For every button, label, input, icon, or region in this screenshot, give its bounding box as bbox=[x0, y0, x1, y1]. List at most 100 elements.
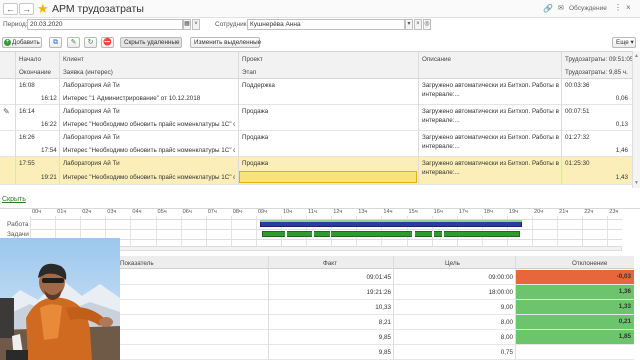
table-row[interactable]: 16:08 16:12 Лаборатория Ай Ти Интерес "1… bbox=[0, 79, 632, 105]
task-bar[interactable] bbox=[262, 231, 520, 237]
work-bar-overlay bbox=[260, 220, 522, 222]
change-selected-button[interactable]: Изменить выделенные bbox=[190, 37, 261, 48]
header-description[interactable]: Описание bbox=[422, 56, 451, 63]
scroll-up-icon[interactable]: ▲ bbox=[634, 53, 639, 59]
filter-row: Период: 20.03.2020 ▦ × Сотрудник: Кушнер… bbox=[0, 18, 640, 34]
employee-open-icon[interactable]: ◎ bbox=[423, 19, 431, 30]
row-time: 00:03:36 bbox=[565, 82, 590, 89]
indicator-row[interactable]: 9,85 0,75 bbox=[118, 345, 634, 360]
header-deviation[interactable]: Отклонение bbox=[572, 260, 607, 267]
employee-field[interactable]: Кушнерёва Анна bbox=[247, 19, 405, 30]
timeline-gridline bbox=[607, 216, 609, 250]
timeline-hour-label: 04ч bbox=[132, 209, 142, 215]
timeline-hour-label: 18ч bbox=[483, 209, 493, 215]
window-title: АРМ трудозатраты bbox=[52, 3, 144, 15]
webcam-video bbox=[0, 238, 120, 360]
row-client: Лаборатория Ай Ти bbox=[63, 160, 120, 167]
row-hours: 0,13 bbox=[615, 121, 628, 128]
add-label: Добавить bbox=[12, 39, 40, 46]
row-project: Продажа bbox=[242, 134, 269, 141]
header-labor-hours[interactable]: Трудозатраты: 9,85 ч. bbox=[565, 69, 628, 76]
toolbar: + Добавить ⧉ ✎ ↻ ⛔ Скрыть удаленные Изме… bbox=[0, 36, 640, 50]
header-start[interactable]: Начало bbox=[19, 56, 41, 63]
header-stage[interactable]: Этап bbox=[242, 69, 256, 76]
calendar-icon[interactable]: ▦ bbox=[183, 19, 191, 30]
forward-button[interactable]: → bbox=[19, 3, 34, 15]
timeline-line bbox=[30, 229, 622, 230]
delete-icon[interactable]: ⛔ bbox=[101, 37, 114, 48]
show-deleted-button[interactable]: Скрыть удаленные bbox=[120, 37, 182, 48]
row-time: 01:27:32 bbox=[565, 134, 590, 141]
add-button[interactable]: + Добавить bbox=[2, 37, 42, 48]
timeline-gridline bbox=[255, 216, 257, 250]
row-time: 00:07:51 bbox=[565, 108, 590, 115]
row-request: Интерес "1 Администрирование" от 10.12.2… bbox=[63, 95, 201, 102]
copy-icon[interactable]: ⧉ bbox=[49, 37, 62, 48]
header-labor[interactable]: Трудозатраты: 09:51:05 bbox=[565, 56, 633, 63]
timeline-hour-label: 12ч bbox=[333, 209, 343, 215]
table-row[interactable]: ✎ 16:14 16:22 Лаборатория Ай Ти Интерес … bbox=[0, 105, 632, 131]
header-goal[interactable]: Цель bbox=[445, 260, 460, 267]
timeline-hour-label: 22ч bbox=[584, 209, 594, 215]
timeline-hour-label: 19ч bbox=[508, 209, 519, 215]
timeline-hour-label: 21ч bbox=[559, 209, 569, 215]
indicator-fact: 10,33 bbox=[375, 304, 391, 311]
header-end[interactable]: Окончание bbox=[19, 69, 51, 76]
scroll-down-icon[interactable]: ▼ bbox=[634, 180, 639, 186]
employee-dropdown-icon[interactable]: ▾ bbox=[405, 19, 413, 30]
timeline-gridline bbox=[130, 216, 132, 250]
row-end: 19:21 bbox=[41, 174, 57, 181]
more-button[interactable]: Еще ▾ bbox=[612, 37, 636, 48]
discussion-icon[interactable]: ✉ bbox=[558, 4, 564, 12]
task-gap bbox=[285, 231, 287, 237]
row-request: Интерес "Необходимо обновить прайс номен… bbox=[63, 147, 235, 154]
timeline-hour-label: 14ч bbox=[383, 209, 393, 215]
more-menu-icon[interactable]: ⋮ bbox=[614, 3, 622, 12]
row-project: Поддержка bbox=[242, 82, 275, 89]
table-scrollbar[interactable]: ▲ ▼ bbox=[632, 51, 640, 188]
timeline-gridline bbox=[180, 216, 182, 250]
row-description: Загружено автоматически из Битхоп. Работ… bbox=[422, 160, 559, 167]
timeline-gridline bbox=[582, 216, 584, 250]
favorite-star-icon[interactable]: ★ bbox=[37, 1, 49, 16]
timeline-hour-label: 01ч bbox=[57, 209, 67, 215]
link-icon[interactable]: 🔗 bbox=[543, 4, 553, 13]
timeline-gridline bbox=[205, 216, 207, 250]
row-hours: 1,46 bbox=[615, 147, 628, 154]
employee-clear-icon[interactable]: × bbox=[414, 19, 422, 30]
timeline-hour-label: 11ч bbox=[308, 209, 317, 215]
indicator-deviation: 1,36 bbox=[516, 285, 634, 299]
indicator-fact: 09:01:45 bbox=[366, 274, 391, 281]
indicator-row[interactable]: 8,21 8,00 0,21 bbox=[118, 315, 634, 330]
indicator-row[interactable]: 9,85 8,00 1,85 bbox=[118, 330, 634, 345]
close-icon[interactable]: × bbox=[626, 3, 631, 12]
table-row[interactable]: 16:26 17:54 Лаборатория Ай Ти Интерес "Н… bbox=[0, 131, 632, 157]
header-client[interactable]: Клиент bbox=[63, 56, 84, 63]
timeline-gridline bbox=[155, 216, 157, 250]
refresh-icon[interactable]: ↻ bbox=[84, 37, 97, 48]
edit-icon[interactable]: ✎ bbox=[67, 37, 80, 48]
indicator-row[interactable]: 19:21:26 18:00:00 1,36 bbox=[118, 285, 634, 300]
back-button[interactable]: ← bbox=[3, 3, 18, 15]
header-fact[interactable]: Факт bbox=[323, 260, 337, 267]
header-project[interactable]: Проект bbox=[242, 56, 263, 63]
header-request[interactable]: Заявка (интерес) bbox=[63, 69, 113, 76]
period-field[interactable]: 20.03.2020 bbox=[27, 19, 183, 30]
header-indicator[interactable]: Показатель bbox=[120, 260, 154, 267]
indicator-goal: 8,00 bbox=[500, 319, 513, 326]
stage-input[interactable] bbox=[239, 171, 417, 183]
divider bbox=[0, 208, 640, 209]
timeline-hour-label: 05ч bbox=[157, 209, 167, 215]
indicator-row[interactable]: 10,33 9,00 1,33 bbox=[118, 300, 634, 315]
table-row-selected[interactable]: 17:55 19:21 Лаборатория Ай Ти Интерес "Н… bbox=[0, 157, 632, 185]
timeline-hour-label: 23ч bbox=[609, 209, 619, 215]
discussion-button[interactable]: Обсуждение bbox=[569, 5, 607, 12]
timeline-row-label: Работа bbox=[7, 221, 29, 228]
timeline-hour-label: 13ч bbox=[358, 209, 368, 215]
hide-link[interactable]: Скрыть bbox=[2, 196, 26, 203]
row-client: Лаборатория Ай Ти bbox=[63, 134, 120, 141]
indicator-row[interactable]: 09:01:45 09:00:00 -0,03 bbox=[118, 270, 634, 285]
row-end: 16:12 bbox=[41, 95, 57, 102]
period-clear-icon[interactable]: × bbox=[192, 19, 200, 30]
indicators-header bbox=[118, 256, 634, 269]
